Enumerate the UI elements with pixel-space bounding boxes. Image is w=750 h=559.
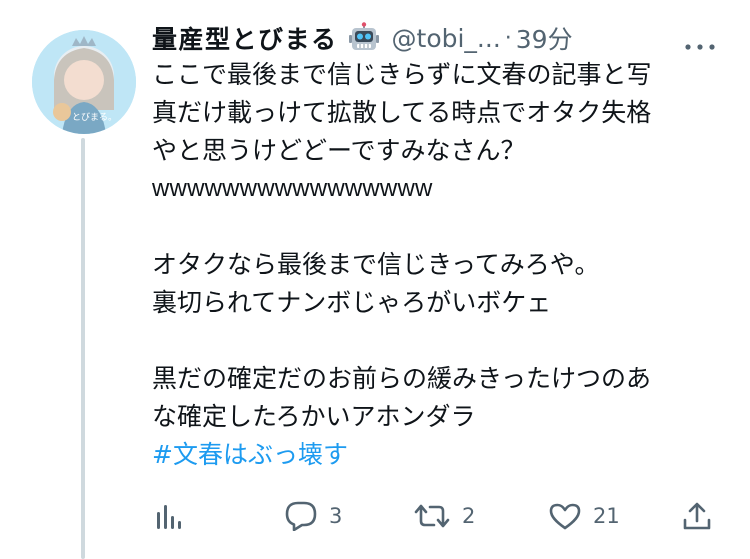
tweet-header: 量産型とびまる @tobi_... · 39分 (152, 18, 573, 58)
robot-icon (348, 22, 380, 54)
tweet-text-line: やと思うけどどーですみなさん？ (152, 136, 526, 165)
svg-text:とびまる。: とびまる。 (72, 112, 117, 123)
like-count: 21 (593, 504, 620, 528)
heart-icon (549, 503, 581, 530)
separator-dot: · (504, 25, 512, 51)
tweet-text-line: な確定したろかいアホンダラ (152, 402, 476, 431)
tweet-text-line: オタクなら最後まで信じきってみろや。 (152, 250, 600, 279)
retweet-count: 2 (462, 504, 476, 528)
thread-line (81, 138, 85, 559)
tweet-text-line: wwwwwwwwwwwwwwww (152, 175, 433, 202)
user-handle[interactable]: @tobi_... (392, 24, 501, 53)
share-button[interactable] (682, 496, 712, 536)
tweet-text: ここで最後まで信じきらずに文春の記事と写 真だけ載っけて拡散してる時点でオタク失… (152, 56, 732, 474)
action-bar: 3 2 21 (152, 496, 722, 536)
timestamp[interactable]: 39分 (516, 20, 573, 56)
tweet-text-line: 黒だの確定だのお前らの緩みきったけつのあ (152, 364, 652, 393)
share-upload-icon (683, 502, 711, 530)
display-name[interactable]: 量産型とびまる (152, 20, 338, 56)
hashtag-link[interactable]: #文春はぶっ壊す (152, 436, 732, 474)
retweet-button[interactable]: 2 (414, 496, 475, 536)
like-button[interactable]: 21 (549, 496, 620, 536)
more-dots-icon[interactable] (684, 36, 716, 50)
analytics-bars-icon (157, 505, 181, 529)
avatar[interactable]: とびまる。 (32, 30, 136, 134)
retweet-icon (414, 504, 450, 528)
tweet-text-line: ここで最後まで信じきらずに文春の記事と写 (152, 60, 652, 89)
reply-button[interactable]: 3 (285, 496, 342, 536)
tweet-text-line: 裏切られてナンボじゃろがいボケェ (152, 288, 552, 317)
analytics-button[interactable] (156, 496, 182, 536)
tweet[interactable]: とびまる。 量産型とびまる @tobi_... · 39分 ここで最後まで信じき… (0, 0, 750, 559)
tweet-text-line: 真だけ載っけて拡散してる時点でオタク失格 (152, 98, 652, 127)
reply-count: 3 (329, 504, 343, 528)
reply-bubble-icon (285, 501, 317, 531)
